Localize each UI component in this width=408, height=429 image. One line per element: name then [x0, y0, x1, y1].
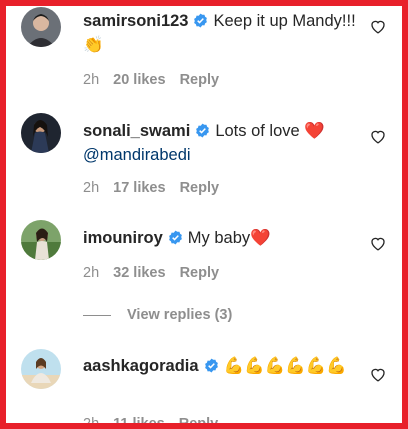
- comment-text: aashkagoradia 💪💪💪💪💪💪: [83, 354, 353, 378]
- flexed-biceps-emoji: 💪💪💪💪💪💪: [223, 356, 347, 375]
- comment-time: 2h: [83, 72, 100, 88]
- comment-time: 2h: [83, 180, 100, 196]
- verified-badge-icon: [204, 358, 219, 373]
- heart-outline-icon[interactable]: [370, 129, 386, 144]
- comment-meta: 2h 17 likes Reply: [83, 180, 233, 196]
- clap-emoji: 👏: [83, 35, 104, 54]
- comment-likes[interactable]: 32 likes: [113, 265, 165, 281]
- comment-text: samirsoni123 Keep it up Mandy!!! 👏: [83, 9, 363, 57]
- comment-item: aashkagoradia 💪💪💪💪💪💪 2h 11 likes Reply: [12, 346, 402, 429]
- verified-badge-icon: [193, 13, 208, 28]
- comment-body: Keep it up Mandy!!!: [213, 12, 356, 30]
- reply-button[interactable]: Reply: [179, 416, 219, 423]
- comment-time: 2h: [83, 416, 100, 429]
- view-replies-label: View replies (3): [127, 307, 233, 323]
- heart-outline-icon[interactable]: [370, 19, 386, 34]
- verified-badge-icon: [195, 123, 210, 138]
- comment-meta: 2h 32 likes Reply: [83, 265, 233, 281]
- mention-link[interactable]: @mandirabedi: [83, 146, 191, 164]
- avatar[interactable]: [21, 113, 61, 153]
- comment-time: 2h: [83, 265, 100, 281]
- comment-likes[interactable]: 20 likes: [113, 72, 165, 88]
- heart-outline-icon[interactable]: [370, 367, 386, 382]
- comment-item: sonali_swami Lots of love ❤️ @mandirabedi…: [12, 110, 402, 200]
- comment-likes[interactable]: 17 likes: [113, 180, 165, 196]
- red-heart-emoji: ❤️: [304, 121, 325, 140]
- comment-item: samirsoni123 Keep it up Mandy!!! 👏 2h 20 l…: [12, 6, 402, 96]
- reply-button[interactable]: Reply: [180, 72, 220, 88]
- comment-text: sonali_swami Lots of love ❤️ @mandirabedi: [83, 119, 363, 167]
- red-heart-emoji: ❤️: [250, 228, 271, 247]
- reply-button[interactable]: Reply: [180, 180, 220, 196]
- comment-text: imouniroy My baby❤️: [83, 226, 363, 250]
- avatar[interactable]: [21, 7, 61, 47]
- comment-meta: 2h 11 likes Reply: [83, 416, 232, 429]
- comment-body: Lots of love: [215, 122, 300, 140]
- verified-badge-icon: [168, 230, 183, 245]
- avatar[interactable]: [21, 349, 61, 389]
- heart-outline-icon[interactable]: [370, 236, 386, 251]
- reply-button[interactable]: Reply: [180, 265, 220, 281]
- comment-likes[interactable]: 11 likes: [113, 416, 165, 423]
- comment-username[interactable]: imouniroy: [83, 229, 163, 247]
- comment-meta: 2h 20 likes Reply: [83, 72, 233, 88]
- comment-item: imouniroy My baby❤️ 2h 32 likes Reply: [12, 219, 402, 294]
- avatar[interactable]: [21, 220, 61, 260]
- comment-username[interactable]: sonali_swami: [83, 122, 190, 140]
- comment-body: My baby: [187, 229, 251, 247]
- comments-panel: samirsoni123 Keep it up Mandy!!! 👏 2h 20 l…: [0, 0, 408, 429]
- view-replies-button[interactable]: View replies (3): [83, 307, 232, 323]
- replies-divider: [83, 314, 111, 316]
- comment-username[interactable]: samirsoni123: [83, 12, 188, 30]
- comment-username[interactable]: aashkagoradia: [83, 357, 199, 375]
